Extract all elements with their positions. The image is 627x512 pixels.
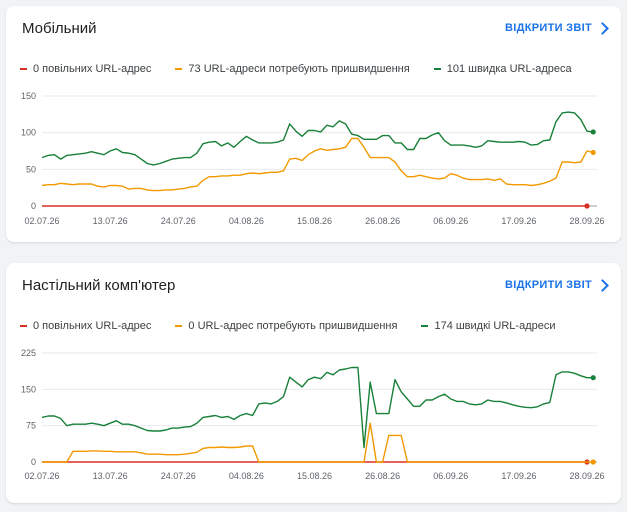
x-tick-label: 26.08.26: [365, 471, 400, 481]
series-line-1: [42, 422, 594, 463]
x-tick-label: 28.09.26: [569, 216, 604, 226]
x-tick-label: 06.09.26: [433, 216, 468, 226]
x-tick-label: 02.07.26: [24, 471, 59, 481]
y-tick-label: 0: [31, 457, 36, 467]
series-end-point-2: [590, 375, 596, 381]
y-tick-label: 225: [21, 348, 36, 358]
x-tick-label: 24.07.26: [161, 216, 196, 226]
x-tick-label: 13.07.26: [93, 216, 128, 226]
y-tick-label: 0: [31, 201, 36, 211]
x-tick-label: 06.09.26: [433, 471, 468, 481]
x-tick-label: 02.07.26: [24, 216, 59, 226]
series-end-point-0: [584, 203, 590, 209]
mobile-card: Мобільний ВІДКРИТИ ЗВІТ 0 повільних URL-…: [6, 6, 621, 242]
x-tick-label: 04.08.26: [229, 216, 264, 226]
series-end-point-2: [590, 129, 596, 135]
series-end-point-1: [590, 459, 596, 465]
x-tick-label: 15.08.26: [297, 216, 332, 226]
series-line-2: [41, 111, 594, 166]
desktop-chart: 0 75 150 225 02.07.26 13.07.26 24.07.26 04.08.2…: [21, 348, 605, 481]
x-tick-label: 28.09.26: [569, 471, 604, 481]
x-tick-label: 17.09.26: [501, 471, 536, 481]
y-tick-label: 75: [26, 421, 36, 431]
y-tick-label: 150: [21, 384, 36, 394]
y-tick-label: 150: [21, 91, 36, 101]
x-tick-label: 15.08.26: [297, 471, 332, 481]
x-tick-label: 17.09.26: [501, 216, 536, 226]
series-line-2: [41, 366, 594, 449]
x-tick-label: 04.08.26: [229, 471, 264, 481]
desktop-card: Настільний комп'ютер ВІДКРИТИ ЗВІТ 0 пов…: [6, 263, 621, 503]
x-tick-label: 24.07.26: [161, 471, 196, 481]
series-end-point-1: [590, 149, 596, 156]
x-tick-label: 26.08.26: [365, 216, 400, 226]
mobile-chart: 0 50 100 150 02.07.26 13.07.26 24.07.26 04.08.2…: [21, 91, 605, 226]
series-line-1: [41, 137, 594, 192]
y-tick-label: 50: [26, 164, 36, 174]
x-tick-label: 13.07.26: [93, 471, 128, 481]
y-tick-label: 100: [21, 128, 36, 138]
